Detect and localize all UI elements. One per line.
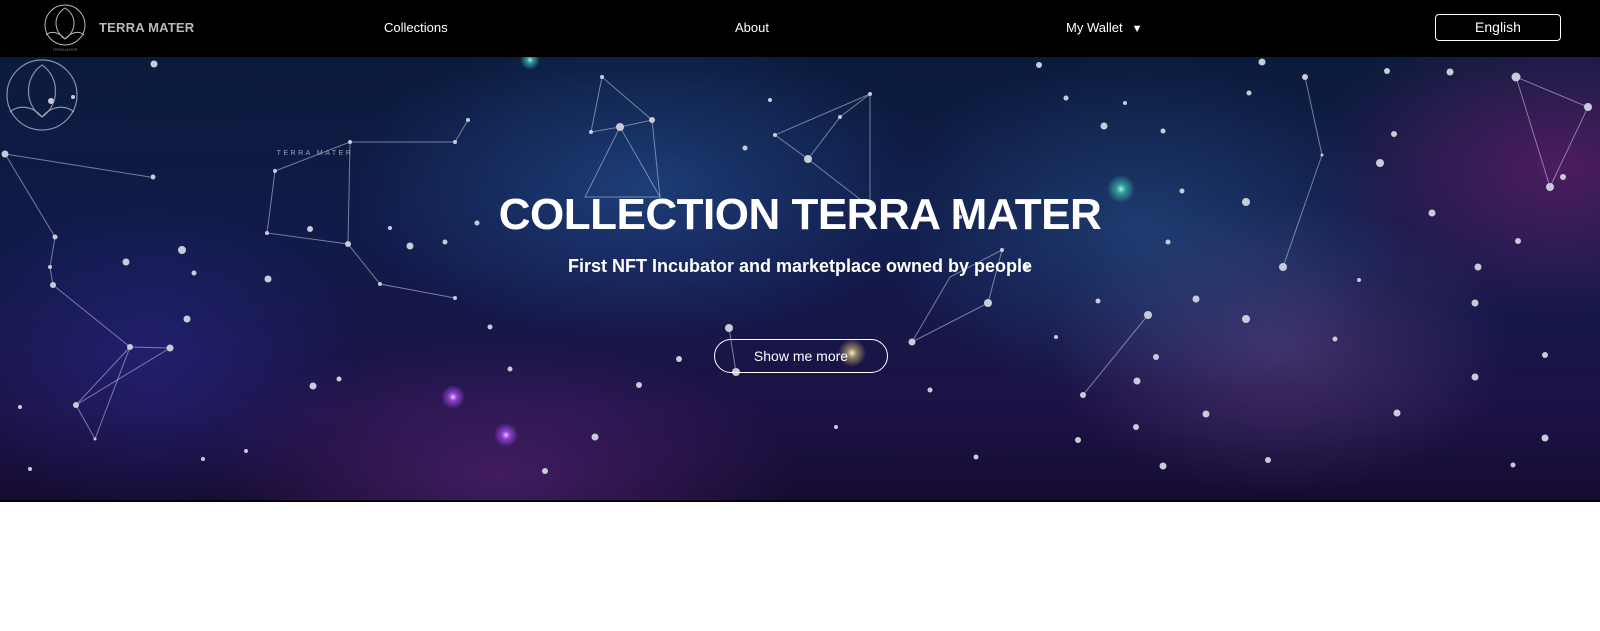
hero-terra-mater-logo-icon: [6, 59, 78, 131]
brand-name[interactable]: TERRA MATER: [99, 20, 194, 35]
wallet-dropdown[interactable]: My Wallet ▼: [1066, 20, 1142, 35]
hero-banner: TERRA MATER COLLECTION TERRA MATER First…: [0, 57, 1600, 500]
logo-caption: TERRA MATER: [53, 48, 78, 52]
wallet-label: My Wallet: [1066, 20, 1123, 35]
nav-link-about[interactable]: About: [735, 20, 769, 35]
terra-mater-logo-icon[interactable]: TERRA MATER: [40, 3, 90, 53]
triangle-down-icon: ▼: [1131, 23, 1143, 35]
top-navbar: TERRA MATER TERRA MATER Collections Abou…: [0, 0, 1600, 57]
hero-subtitle: First NFT Incubator and marketplace owne…: [567, 256, 1033, 276]
hero-bottom-border: [0, 500, 1600, 502]
nav-link-collections[interactable]: Collections: [384, 20, 448, 35]
hero-logo-caption: TERRA MATER: [276, 150, 354, 157]
violet-star-glow: [441, 385, 465, 409]
hero-title: COLLECTION TERRA MATER: [498, 190, 1102, 239]
constellation-background: [1, 57, 1592, 474]
show-me-more-button[interactable]: Show me more: [714, 339, 888, 373]
language-button[interactable]: English: [1435, 14, 1561, 41]
